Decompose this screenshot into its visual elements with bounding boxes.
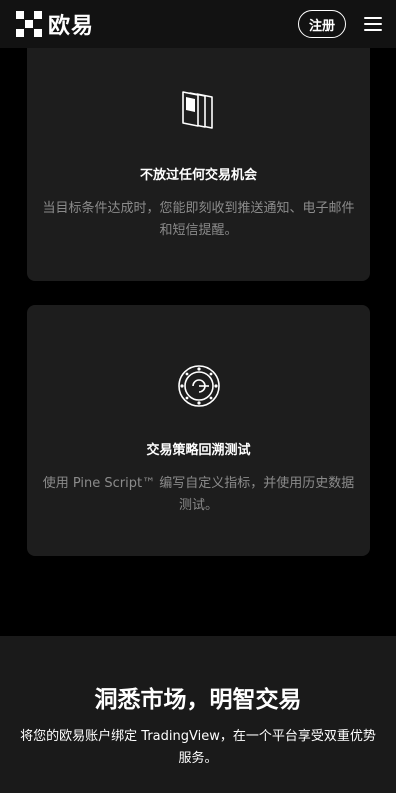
- hamburger-menu-icon[interactable]: [364, 16, 382, 32]
- card-description: 使用 Pine Script™ 编写自定义指标，并使用历史数据测试。: [42, 476, 355, 513]
- menu-line: [364, 23, 382, 25]
- card-title: 交易策略回溯测试: [146, 443, 251, 458]
- promo-description: 将您的欧易账户绑定 TradingView，在一个平台享受双重优势服务。: [20, 729, 376, 766]
- top-navigation-bar: 欧易 注册: [0, 0, 396, 48]
- card-description: 当目标条件达成时，您能即刻收到推送通知、电子邮件和短信提醒。: [42, 201, 355, 238]
- stacked-cards-icon: [181, 91, 213, 129]
- register-button[interactable]: 注册: [297, 10, 346, 38]
- brand-logo[interactable]: 欧易: [16, 8, 94, 40]
- menu-line: [364, 17, 382, 19]
- menu-line: [364, 29, 382, 31]
- promo-title: 洞悉市场，明智交易: [94, 687, 302, 713]
- feature-card-alerts: 不放过任何交易机会 当目标条件达成时，您能即刻收到推送通知、电子邮件和短信提醒。: [27, 30, 370, 281]
- card-title: 不放过任何交易机会: [139, 168, 257, 183]
- brand-name: 欧易: [48, 14, 95, 39]
- feature-card-backtest: 交易策略回溯测试 使用 Pine Script™ 编写自定义指标，并使用历史数据…: [27, 305, 370, 556]
- promo-section: 洞悉市场，明智交易 将您的欧易账户绑定 TradingView，在一个平台享受双…: [0, 636, 396, 793]
- okx-logo-icon: [16, 11, 42, 37]
- backtest-target-icon: [177, 365, 220, 407]
